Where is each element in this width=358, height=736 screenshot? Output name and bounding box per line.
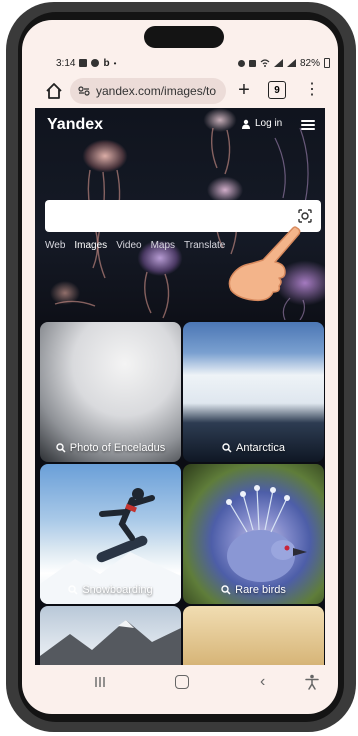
side-button: [6, 172, 14, 222]
back-nav-icon[interactable]: ‹: [260, 673, 265, 691]
status-time: 3:14: [56, 57, 76, 69]
android-nav-bar: ‹: [22, 665, 338, 701]
search-icon: [68, 585, 78, 595]
tile-snowboarding[interactable]: Snowboarding: [40, 464, 181, 604]
tile-caption: Antarctica: [183, 442, 324, 454]
wifi-icon: [260, 59, 270, 67]
signal-icon-2: [286, 59, 296, 67]
side-button: [6, 236, 14, 286]
service-video[interactable]: Video: [116, 240, 141, 251]
search-icon: [222, 443, 232, 453]
services-nav: Web Images Video Maps Translate: [45, 240, 225, 251]
snowboarder-figure: [40, 488, 181, 604]
status-bar: 3:14 b • 82%: [56, 55, 330, 71]
signal-icon: [273, 59, 283, 67]
tile-caption: Rare birds: [183, 584, 324, 596]
tab-switcher-button[interactable]: 9: [268, 81, 286, 99]
accessibility-icon[interactable]: [305, 674, 319, 690]
tile-caption: Photo of Enceladus: [40, 442, 181, 454]
user-icon: [242, 119, 250, 129]
pointing-hand-icon: [228, 226, 301, 302]
login-label: Log in: [255, 118, 283, 129]
b-app-icon: b: [103, 57, 110, 69]
side-button: [6, 120, 14, 146]
address-bar[interactable]: yandex.com/images/to: [70, 78, 226, 104]
login-button[interactable]: Log in: [241, 118, 282, 129]
tile-label: Snowboarding: [82, 584, 153, 596]
hamburger-menu-icon[interactable]: [301, 120, 315, 130]
bird-figure: [226, 485, 307, 582]
dot-icon: •: [113, 58, 117, 68]
service-maps[interactable]: Maps: [151, 240, 175, 251]
tile-caption: Snowboarding: [40, 584, 181, 596]
recent-apps-icon[interactable]: [94, 676, 106, 688]
home-icon[interactable]: [44, 81, 64, 101]
mountain-figure: [40, 620, 181, 665]
tile-trees[interactable]: [183, 606, 324, 665]
instagram-icon: [91, 59, 100, 67]
jellyfish-background: Yandex Log in Web Images Video Maps Tran…: [35, 108, 325, 320]
more-menu-icon[interactable]: ⋮: [304, 81, 320, 99]
site-settings-icon[interactable]: [78, 86, 90, 96]
service-translate[interactable]: Translate: [184, 240, 225, 251]
tile-antarctica[interactable]: Antarctica: [183, 322, 324, 462]
alarm-icon: [237, 59, 245, 67]
tile-label: Rare birds: [235, 584, 286, 596]
url-text: yandex.com/images/to: [96, 84, 217, 98]
service-web[interactable]: Web: [45, 240, 65, 251]
tile-label: Antarctica: [236, 442, 285, 454]
tile-rare-birds[interactable]: Rare birds: [183, 464, 324, 604]
tile-mountains[interactable]: [40, 606, 181, 665]
search-icon: [56, 443, 66, 453]
mute-icon: [248, 59, 256, 67]
new-tab-plus-icon[interactable]: +: [232, 79, 256, 102]
yandex-page: Yandex Log in Web Images Video Maps Tran…: [35, 108, 325, 665]
camera-search-icon[interactable]: [297, 208, 313, 224]
battery-icon: [324, 58, 330, 68]
gallery-icon: [79, 59, 88, 67]
search-icon: [221, 585, 231, 595]
tile-label: Photo of Enceladus: [69, 442, 166, 454]
yandex-logo[interactable]: Yandex: [47, 116, 103, 134]
tile-photo-of-enceladus[interactable]: Photo of Enceladus: [40, 322, 181, 462]
battery-percent: 82%: [299, 57, 320, 69]
service-images[interactable]: Images: [74, 240, 107, 251]
camera-notch: [144, 26, 224, 48]
browser-toolbar: yandex.com/images/to + 9 ⋮: [22, 78, 338, 104]
home-nav-icon[interactable]: [175, 675, 189, 689]
